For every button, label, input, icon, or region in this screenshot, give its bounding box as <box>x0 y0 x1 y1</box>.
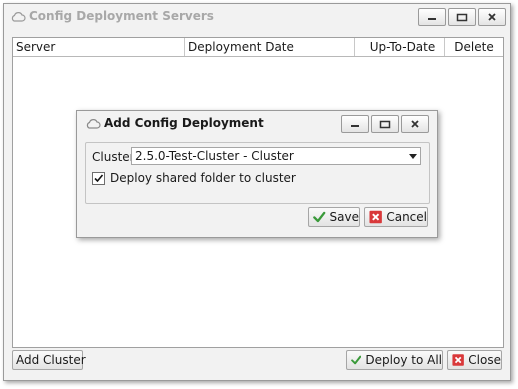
checkmark-icon <box>351 355 362 365</box>
dialog-close-button[interactable] <box>401 115 429 133</box>
cluster-label: Cluster <box>92 150 135 164</box>
window-close-button[interactable] <box>478 8 506 26</box>
cluster-dropdown[interactable]: 2.5.0-Test-Cluster - Cluster <box>131 147 421 165</box>
maximize-icon <box>379 120 391 128</box>
save-label: Save <box>329 210 359 224</box>
add-cluster-label: Add Cluster <box>16 353 86 367</box>
deploy-shared-folder-checkbox[interactable] <box>92 172 105 185</box>
dialog-form-panel: Cluster 2.5.0-Test-Cluster - Cluster Dep… <box>85 142 430 204</box>
deploy-shared-folder-label[interactable]: Deploy shared folder to cluster <box>110 171 296 185</box>
dialog-minimize-button[interactable] <box>341 115 369 133</box>
chevron-down-icon[interactable] <box>409 154 417 159</box>
column-header-server[interactable]: Server <box>13 38 185 56</box>
checkmark-icon <box>94 174 104 183</box>
column-header-delete[interactable]: Delete <box>445 38 503 56</box>
cluster-selected-value: 2.5.0-Test-Cluster - Cluster <box>135 149 294 163</box>
cancel-button[interactable]: Cancel <box>364 207 428 227</box>
add-cluster-button[interactable]: Add Cluster <box>12 350 86 370</box>
minimize-icon <box>351 125 359 127</box>
deploy-to-all-button[interactable]: Deploy to All <box>346 350 443 370</box>
maximize-icon <box>456 13 468 21</box>
dialog-maximize-button[interactable] <box>371 115 399 133</box>
close-icon <box>488 13 496 21</box>
minimize-button[interactable] <box>418 8 446 26</box>
close-label: Close <box>468 353 501 367</box>
close-button[interactable]: Close <box>447 350 502 370</box>
grid-header: Server Deployment Date Up-To-Date Delete <box>13 38 503 57</box>
deploy-to-all-label: Deploy to All <box>365 353 442 367</box>
close-icon <box>411 120 419 128</box>
window-title: Config Deployment Servers <box>29 9 214 23</box>
column-header-up-to-date[interactable]: Up-To-Date <box>355 38 445 56</box>
cloud-icon <box>11 12 26 22</box>
cancel-label: Cancel <box>386 210 427 224</box>
title-bar[interactable]: Config Deployment Servers <box>4 4 510 30</box>
column-header-deployment-date[interactable]: Deployment Date <box>185 38 355 56</box>
cloud-icon <box>86 119 101 129</box>
close-x-icon <box>452 354 464 366</box>
save-button[interactable]: Save <box>308 207 360 227</box>
maximize-button[interactable] <box>448 8 476 26</box>
dialog-title: Add Config Deployment <box>104 116 264 130</box>
cancel-icon <box>369 210 382 224</box>
checkmark-icon <box>313 211 326 223</box>
add-config-deployment-dialog: Add Config Deployment Cluster 2.5.0-Test… <box>76 110 438 238</box>
minimize-icon <box>428 18 436 20</box>
